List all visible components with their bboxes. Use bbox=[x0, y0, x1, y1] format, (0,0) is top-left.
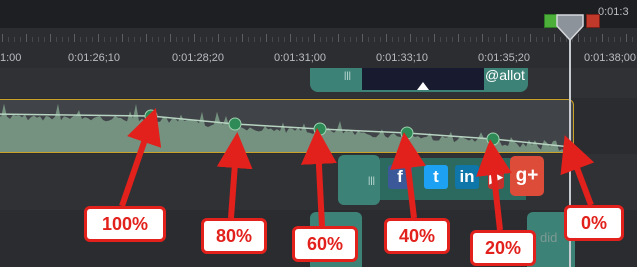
callout-60-percent: 60% bbox=[292, 226, 358, 262]
callout-arrow bbox=[476, 139, 512, 231]
editor-timeline: 0:01:3 1:00 0:01:26;10 0:01:28;20 0:01:3… bbox=[0, 0, 637, 267]
callout-arrow bbox=[390, 132, 426, 219]
callout-20-percent: 20% bbox=[470, 230, 536, 266]
callout-arrow bbox=[300, 128, 337, 227]
callout-40-percent: 40% bbox=[384, 218, 450, 254]
callout-0-percent: 0% bbox=[564, 205, 624, 241]
callout-arrow bbox=[216, 132, 253, 219]
callout-arrow bbox=[119, 107, 162, 207]
callout-100-percent: 100% bbox=[84, 206, 166, 242]
callout-80-percent: 80% bbox=[201, 218, 267, 254]
callout-arrow bbox=[560, 135, 595, 207]
